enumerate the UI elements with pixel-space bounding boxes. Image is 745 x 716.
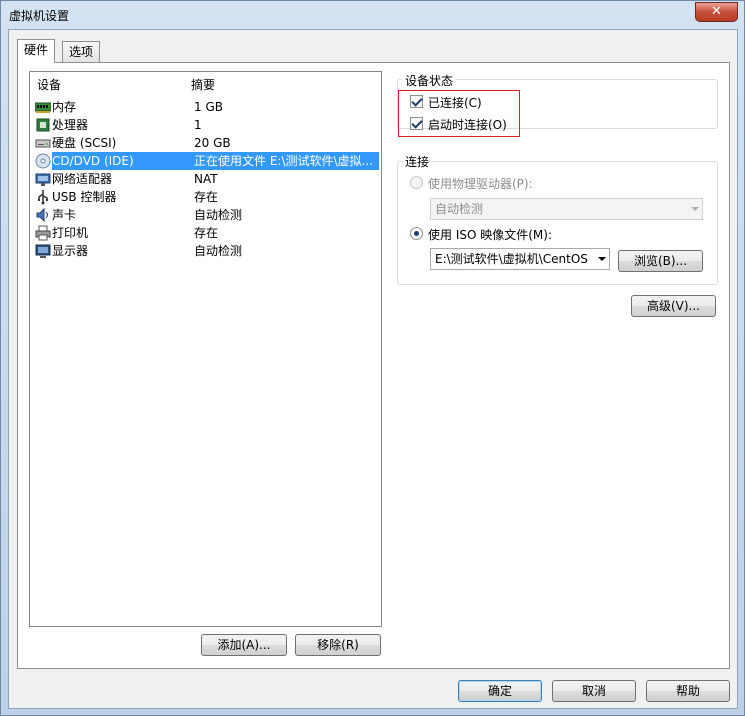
close-button[interactable]: ✕ <box>695 2 738 22</box>
column-header-summary[interactable]: 摘要 <box>191 76 215 93</box>
device-summary: 存在 <box>194 226 219 240</box>
device-summary: 正在使用文件 E:\测试软件\虚拟... <box>191 152 379 170</box>
device-summary: 1 <box>194 118 202 132</box>
device-label: 内存 <box>52 100 77 114</box>
dialog-client: 硬件 选项 设备 摘要 内存 1 GB 处理器 1 硬盘 (SCSI) 20 G… <box>8 29 738 709</box>
ok-button[interactable]: 确定 <box>458 680 542 702</box>
device-summary: 自动检测 <box>194 244 243 258</box>
processor-icon <box>36 118 50 132</box>
device-list[interactable]: 设备 摘要 内存 1 GB 处理器 1 硬盘 (SCSI) 20 GB CD/D… <box>29 71 382 627</box>
column-header-device[interactable]: 设备 <box>37 76 61 93</box>
title-bar[interactable]: 虚拟机设置 ✕ <box>1 1 744 29</box>
device-label: 处理器 <box>52 118 89 132</box>
iso-path-combobox[interactable]: E:\测试软件\虚拟机\CentOS <box>430 248 610 270</box>
device-row-processor[interactable]: 处理器 1 <box>33 116 379 134</box>
device-label: CD/DVD (IDE) <box>52 152 191 170</box>
hard-disk-icon <box>35 139 51 148</box>
device-row-printer[interactable]: 打印机 存在 <box>33 224 379 242</box>
window-title: 虚拟机设置 <box>9 9 70 23</box>
chevron-down-icon <box>598 257 606 261</box>
device-row-usb-controller[interactable]: USB 控制器 存在 <box>33 188 379 206</box>
device-row-hard-disk[interactable]: 硬盘 (SCSI) 20 GB <box>33 134 379 152</box>
device-summary: 1 GB <box>194 100 223 114</box>
device-summary: NAT <box>194 172 218 186</box>
device-row-network-adapter[interactable]: 网络适配器 NAT <box>33 170 379 188</box>
network-adapter-icon <box>35 173 51 186</box>
device-row-memory[interactable]: 内存 1 GB <box>33 98 379 116</box>
physical-drive-radio[interactable] <box>410 176 423 189</box>
device-label: USB 控制器 <box>52 190 117 204</box>
device-row-display[interactable]: 显示器 自动检测 <box>33 242 379 260</box>
iso-image-radio[interactable] <box>410 227 423 240</box>
browse-button[interactable]: 浏览(B)... <box>618 250 703 272</box>
device-status-title: 设备状态 <box>402 72 457 89</box>
memory-icon <box>35 102 51 113</box>
add-device-button[interactable]: 添加(A)... <box>201 634 287 656</box>
connect-at-power-on-label: 启动时连接(O) <box>428 118 507 132</box>
close-icon: ✕ <box>711 4 722 19</box>
device-label: 显示器 <box>52 244 89 258</box>
connection-title: 连接 <box>402 153 433 170</box>
display-icon <box>35 244 51 258</box>
device-row-cd-dvd[interactable]: CD/DVD (IDE) 正在使用文件 E:\测试软件\虚拟... <box>33 152 379 170</box>
physical-drive-select[interactable]: 自动检测 <box>430 198 703 220</box>
device-summary: 自动检测 <box>194 208 243 222</box>
device-summary: 存在 <box>194 190 219 204</box>
sound-card-icon <box>36 207 48 223</box>
cancel-button[interactable]: 取消 <box>552 680 636 702</box>
usb-icon <box>38 190 49 205</box>
physical-drive-value: 自动检测 <box>435 202 484 216</box>
iso-image-label: 使用 ISO 映像文件(M): <box>428 228 552 242</box>
device-label: 声卡 <box>52 208 77 222</box>
cd-dvd-icon <box>35 153 51 169</box>
chevron-down-icon <box>691 207 699 211</box>
device-list-header: 设备 摘要 <box>30 72 381 92</box>
connected-label: 已连接(C) <box>428 96 482 110</box>
help-button[interactable]: 帮助 <box>646 680 730 702</box>
device-label: 网络适配器 <box>52 172 113 186</box>
connected-checkbox[interactable] <box>410 95 423 108</box>
device-summary: 20 GB <box>194 136 231 150</box>
device-label: 打印机 <box>52 226 89 240</box>
connect-at-power-on-checkbox[interactable] <box>410 117 423 130</box>
physical-drive-label: 使用物理驱动器(P): <box>428 177 533 191</box>
remove-device-button[interactable]: 移除(R) <box>295 634 381 656</box>
advanced-button[interactable]: 高级(V)... <box>631 295 716 317</box>
tab-options[interactable]: 选项 <box>62 41 101 63</box>
printer-icon <box>35 225 51 241</box>
iso-path-value: E:\测试软件\虚拟机\CentOS <box>435 252 588 266</box>
vm-settings-window: 虚拟机设置 ✕ 硬件 选项 设备 摘要 内存 1 GB 处理器 1 硬盘 (SC… <box>0 0 745 716</box>
device-row-sound-card[interactable]: 声卡 自动检测 <box>33 206 379 224</box>
tab-hardware[interactable]: 硬件 <box>17 39 56 63</box>
device-label: 硬盘 (SCSI) <box>52 136 117 150</box>
